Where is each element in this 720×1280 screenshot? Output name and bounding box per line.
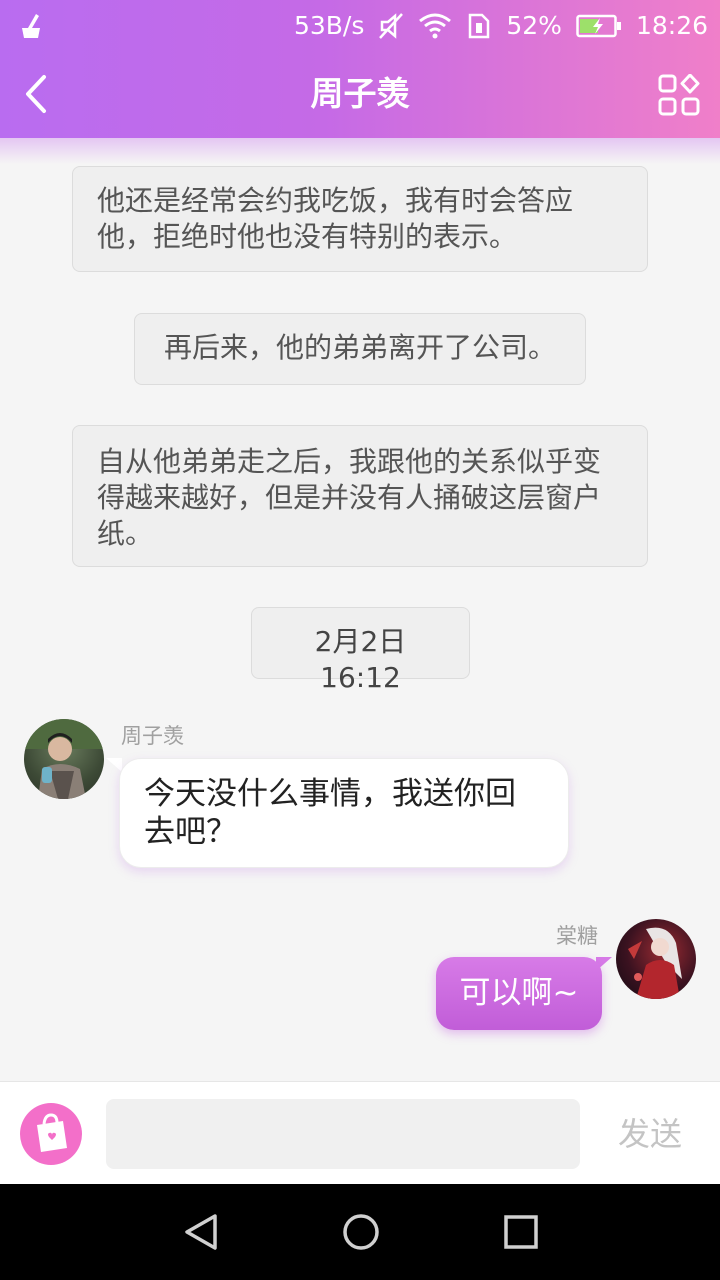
title-bar: 周子羡 [0, 52, 720, 138]
input-bar: 发送 [0, 1081, 720, 1184]
sender-name: 棠糖 [556, 924, 598, 948]
wifi-icon [419, 13, 452, 39]
avatar-image [24, 719, 104, 799]
avatar[interactable] [24, 719, 104, 799]
nav-recent-icon[interactable] [499, 1210, 543, 1254]
navigation-bar [0, 1184, 720, 1280]
send-button[interactable]: 发送 [604, 1112, 696, 1156]
nav-back-icon[interactable] [179, 1210, 223, 1254]
grid-menu-icon[interactable] [658, 74, 700, 116]
incoming-message[interactable]: 今天没什么事情，我送你回去吧？ [119, 758, 569, 868]
gift-bag-button[interactable] [20, 1103, 82, 1165]
header-glow [0, 138, 720, 164]
battery-icon [576, 14, 621, 38]
net-speed: 53B/s [293, 11, 365, 40]
outgoing-message[interactable]: 可以啊~ [436, 957, 602, 1030]
back-arrow-icon [26, 75, 46, 113]
timestamp: 2月2日16:12 [251, 607, 470, 694]
back-button[interactable] [14, 70, 58, 118]
clock: 18:26 [635, 11, 708, 40]
avatar-image [628, 927, 682, 999]
battery-percent: 52% [506, 11, 562, 40]
bubble-tail [106, 758, 122, 772]
avatar[interactable] [616, 919, 696, 999]
sim-icon [469, 13, 490, 39]
nav-home-icon[interactable] [339, 1210, 383, 1254]
message-input[interactable] [106, 1099, 580, 1169]
narration-message: 他还是经常会约我吃饭，我有时会答应他，拒绝时他也没有特别的表示。 [72, 166, 648, 272]
status-bar: 53B/s 52% 18:26 [0, 0, 720, 52]
shopping-bag-icon [37, 1113, 67, 1152]
clean-icon [22, 14, 40, 38]
mute-icon [379, 13, 404, 39]
narration-message: 再后来，他的弟弟离开了公司。 [134, 313, 586, 385]
page-title: 周子羡 [310, 74, 410, 113]
sender-name: 周子羡 [121, 724, 184, 748]
narration-message: 自从他弟弟走之后，我跟他的关系似乎变得越来越好，但是并没有人捅破这层窗户纸。 [72, 425, 648, 567]
